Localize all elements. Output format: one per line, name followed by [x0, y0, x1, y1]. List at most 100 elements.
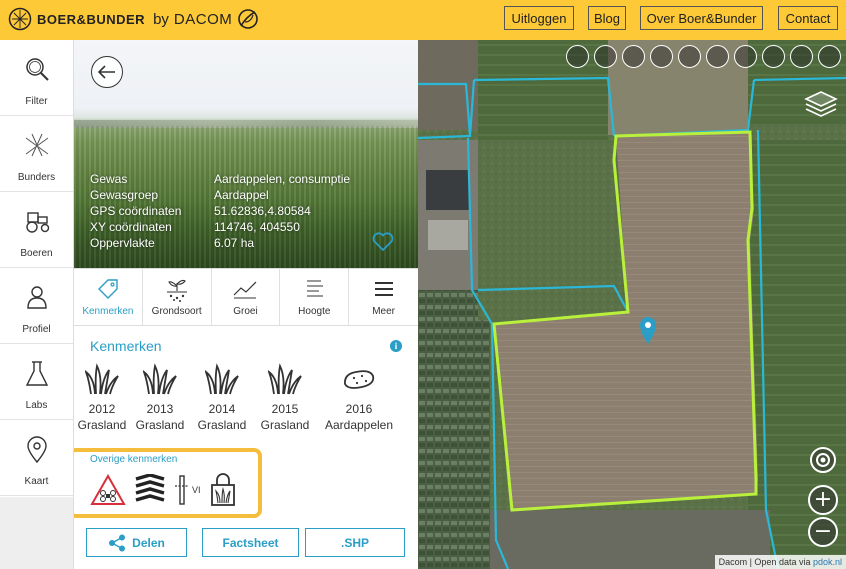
logo[interactable]: BOER&BUNDER by DACOM — [8, 7, 259, 31]
top-bar: BOER&BUNDER by DACOM Uitloggen Blog Over… — [0, 0, 846, 40]
crop-year: 2013 — [146, 402, 174, 416]
map-tool-field-icon[interactable] — [678, 45, 701, 68]
map-tool-location-icon[interactable] — [566, 45, 589, 68]
map-tool-layer-icon[interactable] — [594, 45, 617, 68]
person-icon — [26, 286, 47, 309]
logo-by: by — [153, 10, 169, 28]
field-info-row: GPS coördinaten 51.62836,4.80584 — [90, 203, 350, 219]
sidebar-item-boeren[interactable]: Boeren — [0, 192, 73, 268]
grass-icon — [85, 363, 119, 395]
field-info-value: Aardappelen, consumptie — [214, 172, 351, 186]
zoom-in-button[interactable]: + — [808, 485, 838, 515]
share-label: Delen — [132, 535, 165, 550]
pipe-icon — [175, 475, 189, 505]
map-nursery — [418, 290, 490, 569]
share-button[interactable]: Delen — [86, 528, 187, 557]
info-icon[interactable]: i — [390, 340, 402, 352]
tab-bar: Kenmerken Grondsoort Groei Hoogte Meer — [74, 268, 418, 326]
sidebar-item-label: Kaart — [24, 476, 49, 487]
nav-contact[interactable]: Contact — [778, 6, 838, 30]
map-tool-pipe-icon[interactable] — [734, 45, 757, 68]
field-info-row: Gewasgroep Aardappel — [90, 187, 350, 203]
back-button[interactable] — [91, 56, 123, 88]
map-view[interactable]: + − Dacom | Open data via pdok.nl — [418, 40, 846, 569]
map-field — [478, 140, 608, 320]
shp-download-button[interactable]: .SHP — [305, 528, 405, 557]
grass-icon — [143, 363, 177, 395]
sidebar-item-label: Boeren — [20, 248, 53, 259]
shp-label: .SHP — [340, 535, 369, 550]
nav-over[interactable]: Over Boer&Bunder — [640, 6, 763, 30]
map-tool-drone-icon[interactable] — [650, 45, 673, 68]
satellite-map — [418, 40, 846, 569]
sidebar-item-labs[interactable]: Labs — [0, 344, 73, 420]
overige-icons: VI — [90, 472, 237, 508]
field-info-row: Oppervlakte 6.07 ha — [90, 235, 350, 251]
attribution-link[interactable]: pdok.nl — [813, 557, 842, 567]
grass-icon — [268, 363, 302, 395]
tag-icon — [97, 279, 118, 299]
dacom-leaf-icon — [238, 9, 259, 29]
favorite-heart-icon[interactable] — [372, 232, 394, 252]
sidebar-item-bunders[interactable]: Bunders — [0, 116, 73, 192]
crop-name: Grasland — [260, 418, 310, 432]
map-tool-waves-icon[interactable] — [706, 45, 729, 68]
field-info-value: 51.62836,4.80584 — [214, 204, 311, 218]
height-lines-icon — [307, 280, 324, 297]
sidebar-item-label: Profiel — [22, 324, 51, 335]
tab-groei[interactable]: Groei — [212, 269, 281, 325]
map-toolbar — [566, 45, 841, 68]
field-panel: Gewas Aardappelen, consumptie Gewasgroep… — [74, 40, 418, 569]
protected-area-lock-icon[interactable] — [209, 473, 237, 507]
sidebar-item-filter[interactable]: Filter — [0, 40, 73, 116]
attribution-text: Dacom | Open data via — [718, 557, 813, 567]
sidebar-item-label: Bunders — [17, 172, 56, 183]
nav-blog[interactable]: Blog — [588, 6, 626, 30]
field-info-value: Aardappel — [214, 188, 269, 202]
map-building — [428, 220, 468, 250]
bunders-icon — [25, 133, 48, 157]
crop-history[interactable]: 2012 Grasland 2013 Grasland 2014 Graslan… — [74, 362, 418, 440]
map-pin-icon — [26, 436, 47, 464]
crop-year: 2014 — [208, 402, 236, 416]
field-info: Gewas Aardappelen, consumptie Gewasgroep… — [90, 171, 350, 251]
factsheet-button[interactable]: Factsheet — [202, 528, 299, 557]
sidebar-item-kaart[interactable]: Kaart — [0, 420, 73, 496]
logo-dacom: DACOM — [173, 10, 233, 28]
vi-indicator[interactable]: VI — [174, 474, 201, 506]
field-info-value: 114746, 404550 — [214, 220, 300, 234]
tab-meer[interactable]: Meer — [349, 269, 418, 325]
crop-year-item: 2015 Grasland — [245, 362, 325, 432]
tab-label: Meer — [372, 306, 395, 317]
logo-text: BOER&BUNDER — [37, 11, 146, 27]
section-title: Kenmerken — [90, 338, 162, 354]
map-tool-list-icon[interactable] — [818, 45, 841, 68]
crop-name: Grasland — [135, 418, 185, 432]
drone-warning-icon[interactable] — [90, 474, 126, 506]
sprout-soil-icon — [166, 279, 187, 302]
map-building — [426, 170, 470, 210]
tab-label: Hoogte — [298, 306, 331, 317]
map-tool-measure-icon[interactable] — [790, 45, 813, 68]
tab-hoogte[interactable]: Hoogte — [280, 269, 350, 325]
share-icon — [109, 534, 126, 551]
tab-grondsoort[interactable]: Grondsoort — [143, 269, 212, 325]
sidebar-item-profiel[interactable]: Profiel — [0, 268, 73, 344]
layers-icon[interactable] — [804, 90, 838, 120]
soil-layers-icon[interactable] — [134, 474, 166, 506]
field-info-row: XY coördinaten 114746, 404550 — [90, 219, 350, 235]
tab-kenmerken[interactable]: Kenmerken — [74, 269, 143, 325]
field-info-key: Gewas — [90, 172, 128, 186]
crop-year-item: 2016 Aardappelen — [319, 362, 399, 432]
sidebar-filler — [0, 497, 73, 569]
map-tool-lock-icon[interactable] — [762, 45, 785, 68]
zoom-out-button[interactable]: − — [808, 517, 838, 547]
map-tool-grid-icon[interactable] — [622, 45, 645, 68]
crop-year: 2016 — [345, 402, 373, 416]
locate-me-icon[interactable] — [808, 445, 838, 475]
field-info-key: XY coördinaten — [90, 220, 172, 234]
nav-uitloggen[interactable]: Uitloggen — [504, 6, 574, 30]
logo-mark-icon — [8, 7, 32, 31]
hamburger-menu-icon — [374, 282, 393, 296]
field-photo: Gewas Aardappelen, consumptie Gewasgroep… — [74, 40, 418, 268]
